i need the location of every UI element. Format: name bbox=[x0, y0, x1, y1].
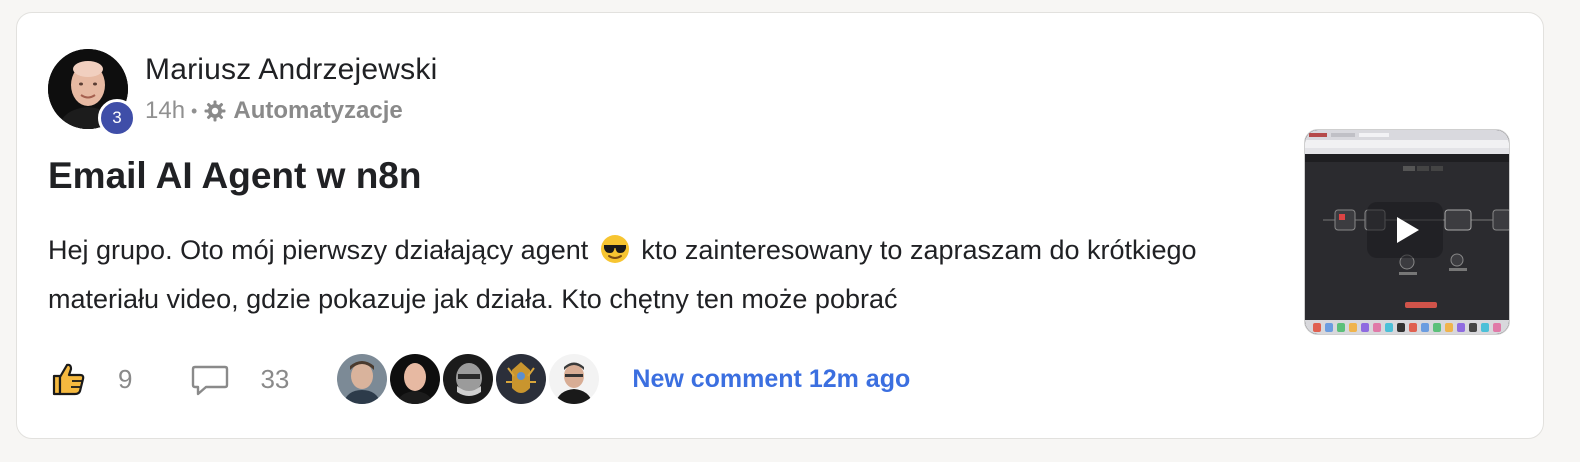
comment-count: 33 bbox=[260, 363, 290, 394]
level-badge: 3 bbox=[98, 99, 136, 137]
author-name[interactable]: Mariusz Andrzejewski bbox=[145, 53, 437, 87]
commenter-avatar[interactable] bbox=[335, 352, 390, 406]
gear-icon bbox=[203, 99, 227, 123]
like-count: 9 bbox=[118, 363, 133, 394]
commenter-avatar[interactable] bbox=[494, 352, 549, 406]
commenter-avatar[interactable] bbox=[388, 352, 443, 406]
comment-icon[interactable] bbox=[190, 359, 230, 399]
post-body-text-start: Hej grupo. Oto mój pierwszy działający a… bbox=[48, 235, 589, 265]
commenter-avatar[interactable] bbox=[547, 352, 602, 406]
like-button[interactable]: 9 bbox=[48, 359, 132, 399]
thumbs-up-icon[interactable] bbox=[48, 359, 88, 399]
post-time: 14h bbox=[145, 97, 186, 124]
video-thumbnail[interactable] bbox=[1304, 129, 1510, 335]
post-body[interactable]: Hej grupo. Oto mój pierwszy działający a… bbox=[48, 226, 1268, 324]
commenter-avatar[interactable] bbox=[441, 352, 496, 406]
new-comment-link[interactable]: New comment 12m ago bbox=[632, 365, 910, 394]
commenter-avatars[interactable] bbox=[335, 352, 602, 406]
comment-button[interactable]: 33 bbox=[190, 359, 289, 399]
post-meta: 14h • Automatyzacje bbox=[145, 97, 403, 125]
author-avatar[interactable]: 3 bbox=[48, 49, 136, 137]
post-actions: 9 33 New comment 12m ago bbox=[48, 352, 910, 406]
post-category[interactable]: Automatyzacje bbox=[233, 97, 402, 125]
post-title[interactable]: Email AI Agent w n8n bbox=[48, 155, 421, 197]
sunglasses-emoji-icon bbox=[600, 231, 630, 263]
post-card[interactable]: 3 Mariusz Andrzejewski 14h • Automatyzac… bbox=[16, 12, 1544, 439]
meta-separator: • bbox=[191, 100, 198, 121]
